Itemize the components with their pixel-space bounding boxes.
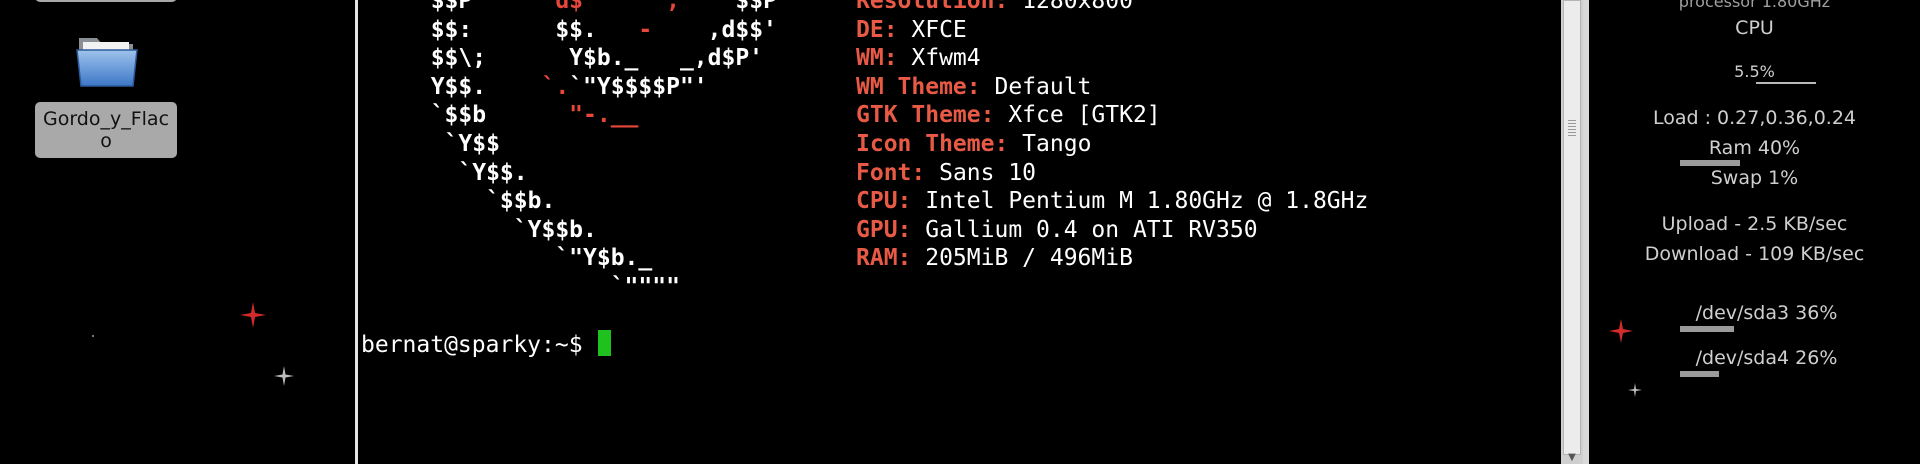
system-info: Resolution: 1280x800 DE: XFCE WM: Xfwm4 WM … xyxy=(856,0,1368,273)
prompt-text: bernat@sparky:~$ xyxy=(361,332,597,358)
info-key: WM: xyxy=(856,45,898,72)
star-dot xyxy=(92,335,94,337)
star-icon xyxy=(240,302,266,328)
star-icon xyxy=(1628,383,1642,397)
ascii-line: `Y$$ xyxy=(403,130,500,157)
ascii-line: Y$$. `.`"Y$$$$P"' xyxy=(403,73,708,100)
info-row: RAM: 205MiB / 496MiB xyxy=(856,244,1368,273)
folder-icon[interactable] xyxy=(75,30,139,92)
info-row: DE: XFCE xyxy=(856,16,1368,45)
info-row: WM Theme: Default xyxy=(856,73,1368,102)
info-value: Intel Pentium M 1.80GHz @ 1.8GHz xyxy=(911,188,1369,215)
info-key: CPU: xyxy=(856,188,912,215)
ascii-line: `Y$$b. xyxy=(403,216,597,243)
ram-bar xyxy=(1680,160,1740,166)
info-value: Xfce [GTK2] xyxy=(994,102,1161,129)
info-row: GTK Theme: Xfce [GTK2] xyxy=(856,101,1368,130)
load-average: Load : 0.27,0.36,0.24 xyxy=(1652,107,1857,129)
desktop-icon-label[interactable]: Gordo_y_Flaco xyxy=(35,102,177,158)
info-key: GTK Theme: xyxy=(856,102,995,129)
info-row: Resolution: 1280x800 xyxy=(856,0,1368,16)
info-value: Gallium 0.4 on ATI RV350 xyxy=(911,216,1258,243)
sda4-bar xyxy=(1680,371,1719,377)
ascii-line: `"Y$b._ xyxy=(403,245,653,272)
scrollbar-thumb[interactable] xyxy=(1563,0,1581,455)
shell-prompt[interactable]: bernat@sparky:~$ xyxy=(361,330,612,360)
ram-usage: Ram 40% xyxy=(1708,137,1801,159)
info-key: WM Theme: xyxy=(856,73,981,100)
sda4-usage: /dev/sda4 26% xyxy=(1695,347,1838,369)
terminal-cursor xyxy=(598,330,612,356)
info-key: DE: xyxy=(856,16,898,43)
sda3-usage: /dev/sda3 36% xyxy=(1695,302,1838,324)
upload-speed: Upload - 2.5 KB/sec xyxy=(1661,213,1848,235)
info-value: Default xyxy=(980,73,1092,100)
ascii-line: `$$b "-.__ xyxy=(403,102,639,129)
info-key: GPU: xyxy=(856,216,912,243)
swap-usage: Swap 1% xyxy=(1710,167,1799,189)
info-value: 205MiB / 496MiB xyxy=(911,245,1133,272)
scrollbar-grip xyxy=(1568,120,1576,136)
ascii-line: $$P d$' , $$P xyxy=(403,0,777,14)
info-row: GPU: Gallium 0.4 on ATI RV350 xyxy=(856,216,1368,245)
info-row: Icon Theme: Tango xyxy=(856,130,1368,159)
cpu-percent: 5.5% xyxy=(1734,62,1775,81)
ascii-logo: $$P d$' , $$P $$: $$. - ,d$$' $$\; Y$b._… xyxy=(403,0,777,302)
star-icon xyxy=(274,366,294,386)
info-row: Font: Sans 10 xyxy=(856,159,1368,188)
info-key: Icon Theme: xyxy=(856,130,1009,157)
ascii-line: $$: $$. - ,d$$' xyxy=(403,16,777,43)
ascii-line: $$\; Y$b._ _,d$P' xyxy=(403,45,764,72)
info-row: WM: Xfwm4 xyxy=(856,44,1368,73)
info-key: RAM: xyxy=(856,245,912,272)
info-key: Font: xyxy=(856,159,926,186)
download-speed: Download - 109 KB/sec xyxy=(1644,243,1865,265)
processor-label: processor 1.80GHz xyxy=(1678,0,1831,11)
info-key: Resolution: xyxy=(856,0,1009,14)
info-value: XFCE xyxy=(897,16,967,43)
scroll-down-arrow-icon[interactable]: ▼ xyxy=(1566,452,1578,464)
info-value: Tango xyxy=(1008,130,1092,157)
ascii-line: `"""" xyxy=(403,273,680,300)
desktop: Gordo_y_Flaco xyxy=(0,0,355,464)
desktop-icon-label-partial[interactable] xyxy=(35,0,177,2)
conky-monitor: processor 1.80GHz CPU 5.5% Load : 0.27,0… xyxy=(1589,0,1920,464)
info-value: 1280x800 xyxy=(1008,0,1133,14)
info-row: CPU: Intel Pentium M 1.80GHz @ 1.8GHz xyxy=(856,187,1368,216)
cpu-label: CPU xyxy=(1735,17,1774,39)
cpu-underline xyxy=(1756,82,1816,84)
info-value: Xfwm4 xyxy=(897,45,981,72)
terminal-window[interactable]: $$P d$' , $$P $$: $$. - ,d$$' $$\; Y$b._… xyxy=(355,0,1583,464)
ascii-line: `$$b. xyxy=(403,188,556,215)
info-value: Sans 10 xyxy=(925,159,1037,186)
ascii-line: `Y$$. xyxy=(403,159,528,186)
sda3-bar xyxy=(1680,326,1734,332)
star-icon xyxy=(1609,319,1633,343)
